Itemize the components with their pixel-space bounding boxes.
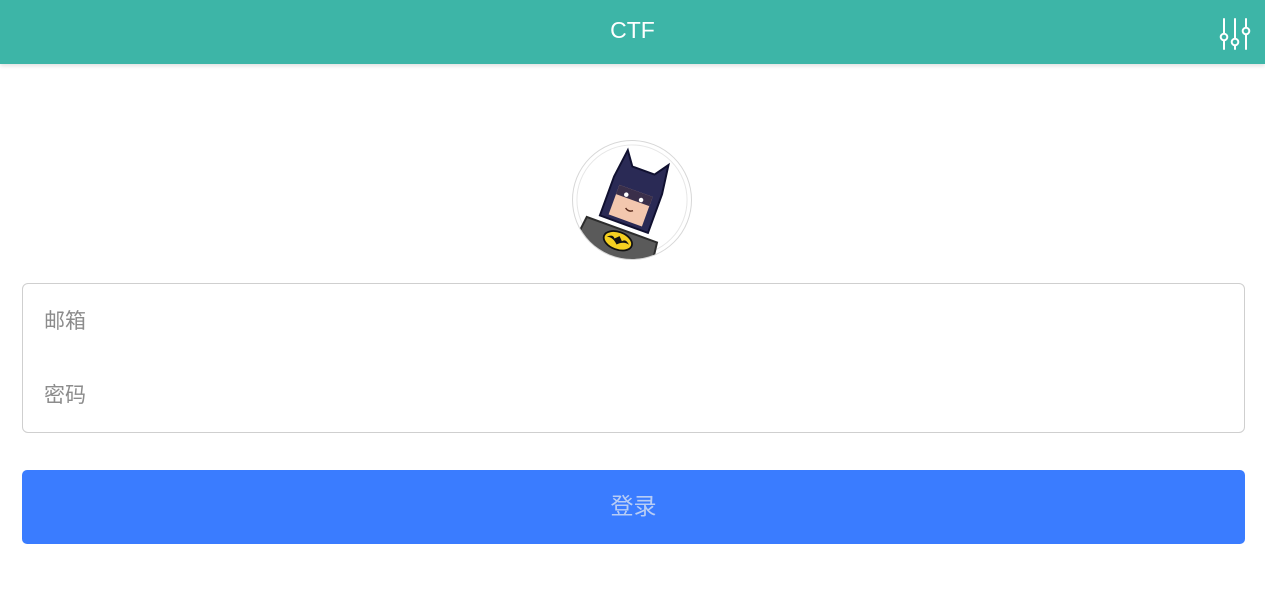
top-app-bar: CTF bbox=[0, 0, 1265, 64]
settings-button[interactable] bbox=[1219, 17, 1251, 51]
avatar bbox=[572, 140, 692, 260]
password-input[interactable] bbox=[23, 358, 1244, 432]
login-form bbox=[22, 283, 1245, 433]
batman-avatar-icon bbox=[573, 144, 688, 259]
email-input[interactable] bbox=[23, 284, 1244, 358]
login-button[interactable]: 登录 bbox=[22, 470, 1245, 544]
sliders-icon bbox=[1219, 18, 1251, 50]
password-field-row bbox=[23, 358, 1244, 432]
page-title: CTF bbox=[610, 17, 655, 43]
email-field-row bbox=[23, 284, 1244, 358]
